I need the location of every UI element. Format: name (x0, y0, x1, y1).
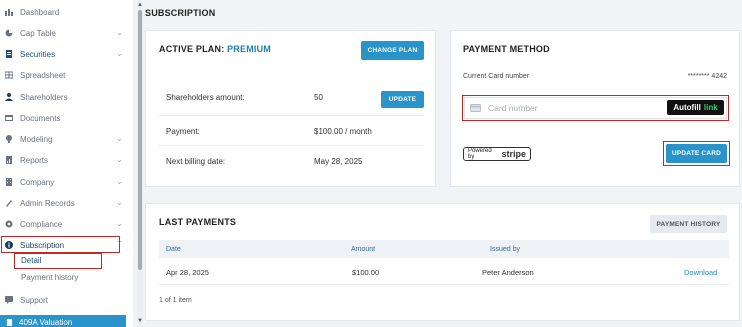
column-header-amount[interactable]: Amount (351, 246, 375, 253)
records-icon (6, 200, 12, 207)
folder-icon (5, 115, 13, 121)
plan-name: PREMIUM (227, 44, 272, 54)
column-header-issued-by[interactable]: Issued by (490, 246, 520, 253)
sidebar-item-company[interactable]: Company ⌄ (0, 173, 133, 191)
row-date: Apr 28, 2025 (166, 268, 209, 277)
sidebar-item-securities[interactable]: Securities ⌄ (0, 45, 133, 63)
active-plan-title: ACTIVE PLAN: PREMIUM (159, 44, 271, 54)
sidebar-item-label: Modeling (20, 134, 53, 144)
powered-by-stripe-badge[interactable]: Powered by stripe (463, 147, 531, 161)
plan-title-prefix: ACTIVE PLAN: (159, 44, 225, 54)
scroll-up-arrow-icon[interactable]: ▲ (137, 2, 143, 8)
sidebar-item-documents[interactable]: Documents (0, 109, 133, 127)
bar-chart-icon (5, 9, 13, 16)
shareholders-amount-value: 50 (314, 93, 323, 102)
page-title: SUBSCRIPTION (145, 8, 216, 18)
next-billing-label: Next billing date: (166, 157, 226, 166)
sidebar-item-409a-valuation[interactable]: 409A Valuation (0, 315, 126, 327)
sidebar-item-compliance[interactable]: Compliance ⌄ (0, 215, 133, 233)
chevron-down-icon: ⌄ (116, 177, 123, 186)
divider (159, 115, 424, 116)
next-billing-value: May 28, 2025 (314, 157, 363, 166)
highlight-subscription (1, 236, 120, 253)
scroll-down-arrow-icon[interactable]: ▼ (137, 318, 143, 324)
row-amount: $100.00 (352, 268, 380, 277)
document-icon (6, 50, 12, 58)
gear-icon (5, 220, 13, 228)
current-card-value: ******** 4242 (687, 73, 727, 80)
sidebar-item-label: Shareholders (20, 92, 68, 102)
autofill-link-button[interactable]: Autofill link (667, 100, 724, 115)
building-icon (6, 178, 12, 186)
sidebar-item-spreadsheet[interactable]: Spreadsheet (0, 66, 133, 84)
sidebar-item-reports[interactable]: Reports ⌄ (0, 151, 133, 169)
table-header (159, 240, 729, 258)
chevron-down-icon: ⌄ (116, 134, 123, 143)
sidebar-item-support[interactable]: Support (0, 291, 133, 309)
sidebar-item-label: Company (20, 177, 55, 187)
highlight-detail (14, 253, 102, 269)
chevron-down-icon: ⌄ (116, 155, 123, 164)
highlight-update-card (663, 141, 730, 166)
pie-chart-icon (5, 29, 13, 37)
change-plan-button[interactable]: CHANGE PLAN (361, 41, 424, 60)
sidebar-item-label: Support (20, 295, 49, 305)
current-card-label: Current Card number (463, 73, 530, 80)
report-icon (6, 156, 12, 164)
chevron-down-icon: ⌄ (116, 49, 123, 58)
sidebar-item-shareholders[interactable]: Shareholders (0, 88, 133, 106)
payment-value: $100.00 / month (314, 127, 372, 136)
credit-card-icon (470, 104, 481, 112)
stripe-logo: stripe (501, 149, 526, 159)
powered-by-text: Powered by (468, 148, 492, 160)
payment-history-button[interactable]: PAYMENT HISTORY (650, 215, 727, 233)
row-issued-by: Peter Anderson (482, 268, 534, 277)
chevron-down-icon: ⌄ (116, 198, 123, 207)
chevron-down-icon: ⌄ (116, 219, 123, 228)
sidebar-item-modeling[interactable]: Modeling ⌄ (0, 130, 133, 148)
update-button[interactable]: UPDATE (381, 91, 424, 108)
lightbulb-icon (6, 135, 12, 143)
sidebar-item-label: Dashboard (20, 7, 60, 17)
last-payments-card: LAST PAYMENTS PAYMENT HISTORY Date Amoun… (145, 203, 740, 321)
sidebar-item-dashboard[interactable]: Dashboard (0, 3, 133, 21)
payment-method-card: PAYMENT METHOD Current Card number *****… (450, 30, 740, 187)
column-header-date[interactable]: Date (166, 246, 181, 253)
payment-label: Payment: (166, 127, 200, 136)
sidebar-item-label: Admin Records (20, 198, 75, 208)
download-link[interactable]: Download (684, 268, 717, 277)
sidebar: Dashboard Cap Table ⌄ Securities ⌄ Sprea… (0, 0, 133, 327)
active-plan-card: ACTIVE PLAN: PREMIUM CHANGE PLAN Shareho… (145, 30, 436, 187)
sidebar-scrollbar-thumb[interactable] (138, 10, 142, 270)
sidebar-subitem-payment-history[interactable]: Payment history (21, 273, 78, 282)
divider (159, 145, 424, 146)
valuation-icon (6, 318, 13, 326)
sidebar-item-label: Documents (20, 113, 61, 123)
shareholders-amount-label: Shareholders amount: (166, 93, 245, 102)
sidebar-item-label: Reports (20, 155, 49, 165)
card-number-placeholder: Card number (488, 103, 538, 113)
table-icon (5, 71, 13, 79)
person-icon (5, 93, 13, 101)
sidebar-item-label: Compliance (20, 219, 63, 229)
sidebar-item-label: 409A Valuation (19, 317, 73, 327)
sidebar-item-label: Spreadsheet (20, 70, 66, 80)
chat-icon (5, 296, 13, 304)
divider (159, 284, 729, 285)
sidebar-item-label: Cap Table (20, 28, 56, 38)
sidebar-item-cap-table[interactable]: Cap Table ⌄ (0, 24, 133, 42)
last-payments-title: LAST PAYMENTS (159, 217, 237, 227)
autofill-label: Autofill (673, 103, 701, 112)
payment-method-title: PAYMENT METHOD (463, 44, 550, 54)
sidebar-item-admin-records[interactable]: Admin Records ⌄ (0, 194, 133, 212)
pagination-text: 1 of 1 item (159, 297, 192, 304)
chevron-down-icon: ⌄ (116, 28, 123, 37)
autofill-link-word: link (703, 103, 718, 112)
sidebar-item-label: Securities (20, 49, 56, 59)
